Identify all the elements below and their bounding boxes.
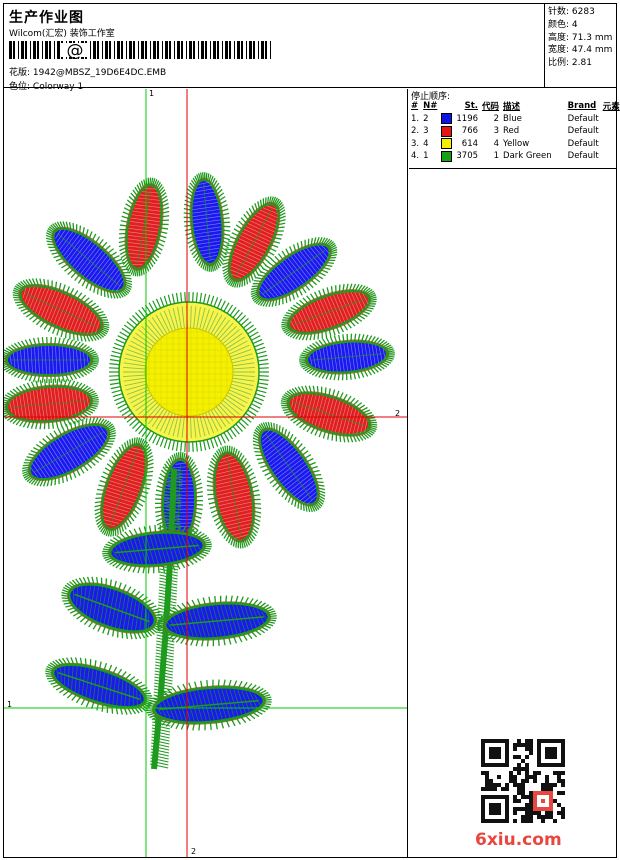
stat-scale: 比例: 2.81 bbox=[548, 58, 592, 69]
qr-code bbox=[481, 739, 565, 823]
table-row: 4. 1 3705 1 Dark Green Default bbox=[411, 150, 599, 162]
axis-label-v1: 1 bbox=[149, 89, 155, 98]
stat-height: 高度: 71.3 mm bbox=[548, 32, 613, 43]
table-divider bbox=[409, 168, 616, 169]
watermark-logo: 6xiu.com bbox=[475, 830, 562, 850]
stop-sequence-panel: 停止顺序: # N# St. 代码 描述 Brand 元素 1. 2 1196 2 … bbox=[409, 89, 620, 857]
company-name: Wilcom(汇宏) 装饰工作室 bbox=[9, 29, 115, 39]
table-row: 3. 4 614 4 Yellow Default bbox=[411, 138, 599, 150]
color-swatch bbox=[441, 113, 453, 125]
design-label: 花版: bbox=[9, 68, 31, 78]
axis-label-v2: 2 bbox=[191, 847, 197, 856]
svg-text:@: @ bbox=[67, 41, 84, 59]
table-row: 2. 3 766 3 Red Default bbox=[411, 125, 599, 137]
table-row: 1. 2 1196 2 Blue Default bbox=[411, 113, 599, 125]
color-swatch bbox=[441, 138, 453, 150]
design-canvas: 1 2 1 2 bbox=[4, 89, 408, 857]
stat-stitches: 针数: 6283 bbox=[548, 7, 595, 17]
color-swatch bbox=[441, 125, 453, 137]
stat-colors: 颜色: 4 bbox=[548, 19, 578, 30]
page-title: 生产作业图 bbox=[9, 10, 84, 26]
header-info: 生产作业图 Wilcom(汇宏) 装饰工作室 @ 花版: 1942@MBSZ_1… bbox=[3, 3, 545, 92]
color-table: # N# St. 代码 描述 Brand 元素 1. 2 1196 2 Blue De… bbox=[409, 100, 620, 163]
stat-width: 宽度: 47.4 mm bbox=[548, 45, 613, 56]
axis-label-h1: 1 bbox=[7, 700, 13, 709]
design-file-line: 花版: 1942@MBSZ_19D6E4DC.EMB bbox=[9, 65, 166, 78]
embroidery-design bbox=[4, 89, 407, 857]
design-file: 1942@MBSZ_19D6E4DC.EMB bbox=[32, 68, 167, 78]
color-swatch bbox=[441, 150, 453, 162]
color-table-header: # N# St. 代码 描述 Brand 元素 bbox=[411, 101, 620, 113]
design-stats: 针数: 6283 颜色: 4 高度: 71.3 mm 宽度: 47.4 mm 比… bbox=[545, 3, 617, 88]
barcode: @ bbox=[9, 41, 271, 59]
axis-label-h2: 2 bbox=[395, 409, 401, 418]
